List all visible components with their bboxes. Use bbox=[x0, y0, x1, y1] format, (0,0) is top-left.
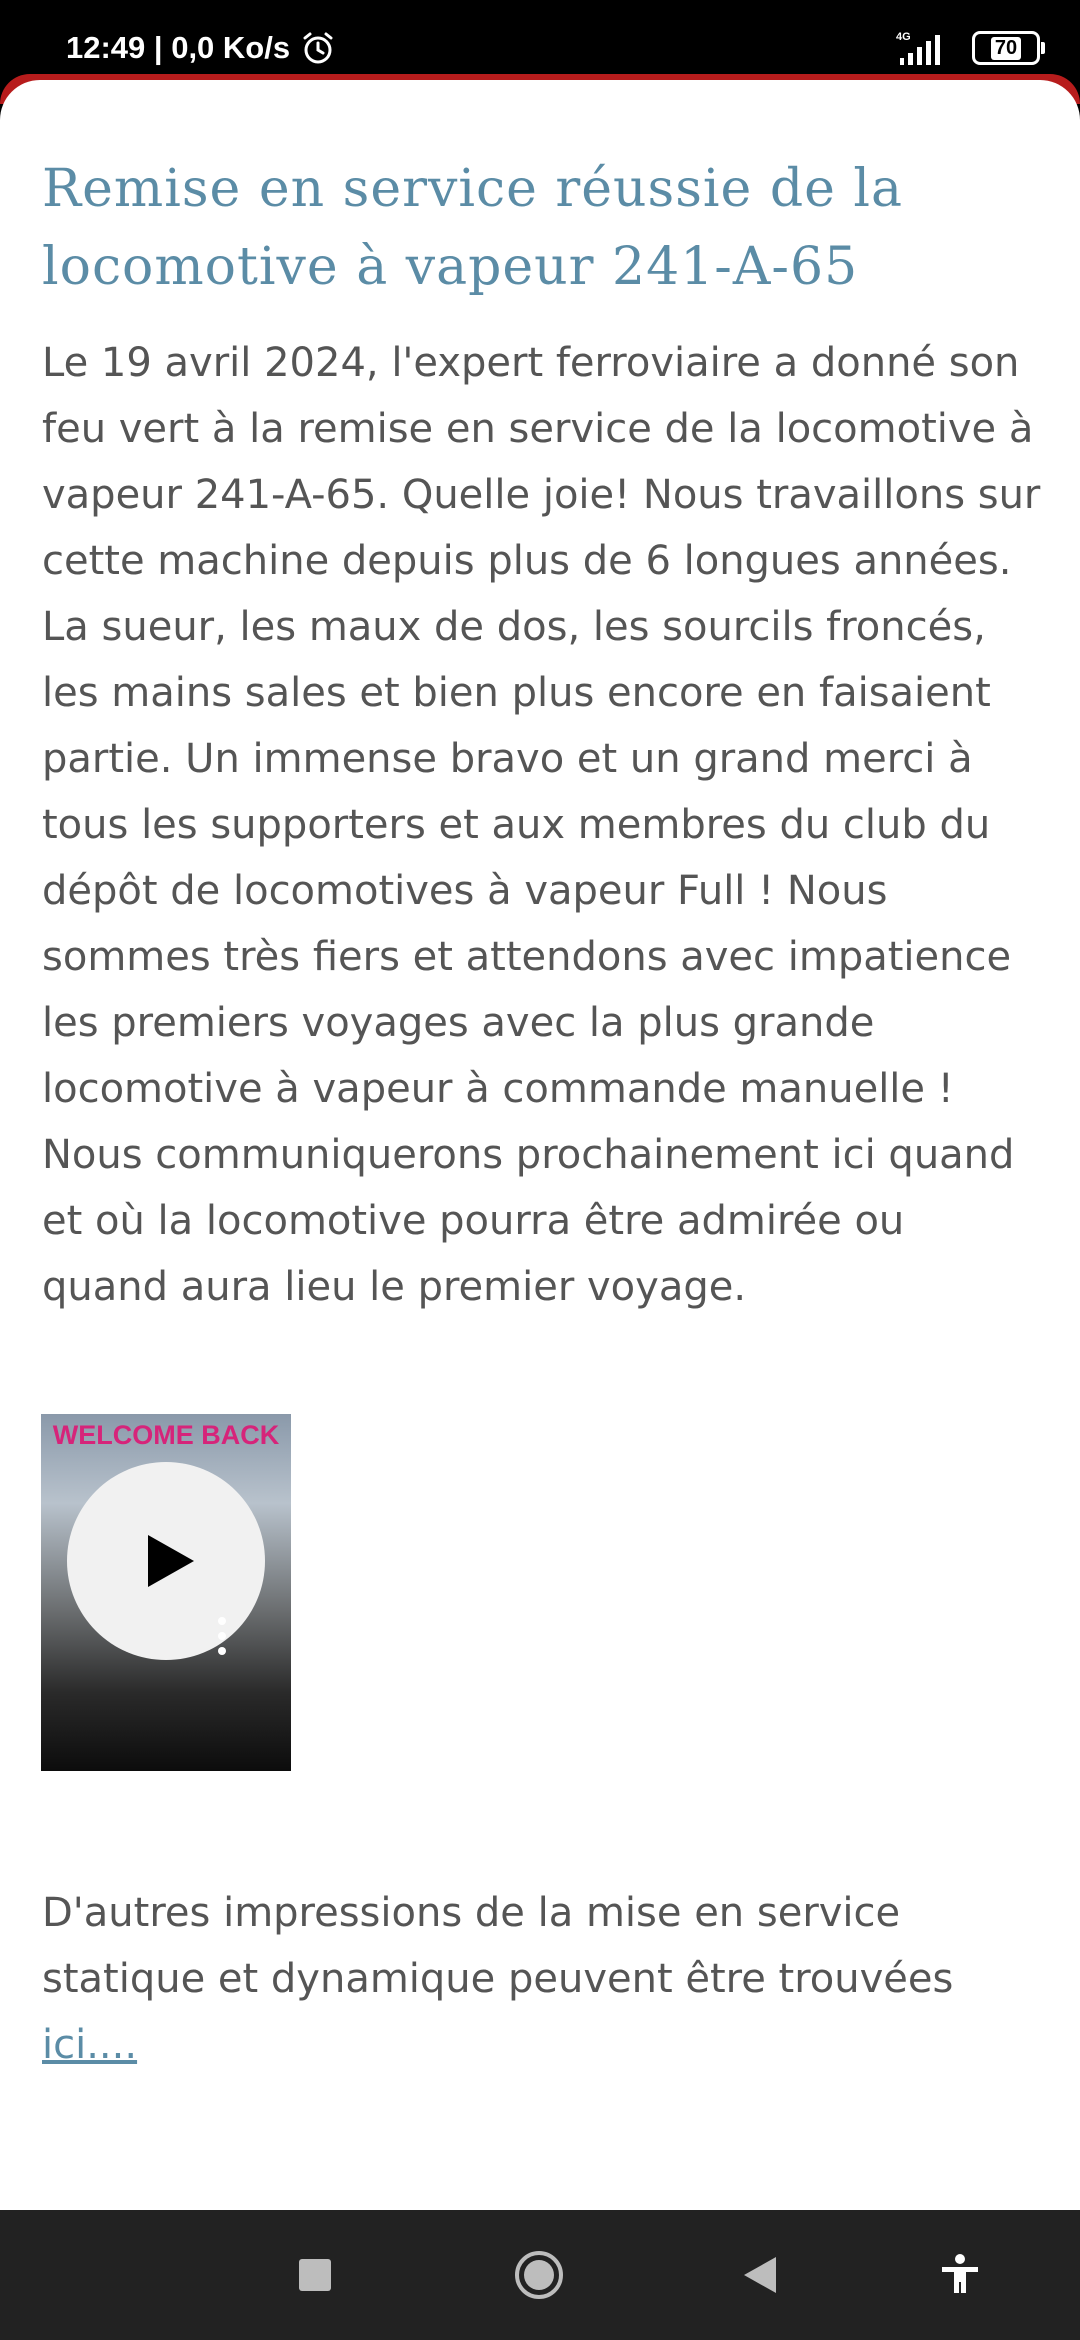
signal-icon: 4G bbox=[896, 31, 940, 65]
status-separator: | bbox=[145, 30, 172, 65]
battery-icon: 70 bbox=[972, 31, 1045, 65]
status-bar: 12:49 | 0,0 Ko/s 4G 70 bbox=[0, 0, 1080, 80]
article-title: Remise en service réussie de la locomoti… bbox=[42, 159, 904, 297]
home-button[interactable] bbox=[479, 2210, 599, 2340]
play-button[interactable] bbox=[67, 1462, 265, 1660]
more-options-icon[interactable] bbox=[217, 1616, 227, 1656]
article-page: Remise en service réussie de la locomoti… bbox=[0, 80, 1080, 2210]
video-player[interactable]: WELCOME BACK bbox=[41, 1414, 291, 1771]
video-caption: WELCOME BACK bbox=[52, 1420, 280, 1450]
more-impressions-label: D'autres impressions de la mise en servi… bbox=[42, 1890, 954, 2002]
back-button[interactable] bbox=[700, 2210, 820, 2340]
status-net-speed: 0,0 Ko/s bbox=[171, 30, 291, 65]
navigation-bar bbox=[0, 2210, 1080, 2340]
status-left: 12:49 | 0,0 Ko/s bbox=[66, 26, 336, 70]
battery-cap bbox=[1041, 42, 1045, 54]
accessibility-icon bbox=[942, 2254, 978, 2293]
network-type: 4G bbox=[896, 31, 911, 43]
status-right: 4G 70 bbox=[894, 28, 1045, 68]
play-icon bbox=[148, 1535, 194, 1587]
more-impressions-text: D'autres impressions de la mise en servi… bbox=[42, 1880, 1042, 2078]
back-icon bbox=[744, 2257, 776, 2293]
battery-level: 70 bbox=[990, 36, 1022, 60]
alarm-icon bbox=[303, 32, 333, 64]
recents-icon bbox=[299, 2259, 331, 2291]
article-body: Le 19 avril 2024, l'expert ferroviaire a… bbox=[42, 340, 1041, 1310]
accessibility-button[interactable] bbox=[900, 2210, 1020, 2340]
home-icon bbox=[515, 2251, 563, 2299]
status-time: 12:49 bbox=[66, 30, 146, 65]
more-impressions-link[interactable]: ici.... bbox=[42, 2022, 137, 2068]
recents-button[interactable] bbox=[255, 2210, 375, 2340]
